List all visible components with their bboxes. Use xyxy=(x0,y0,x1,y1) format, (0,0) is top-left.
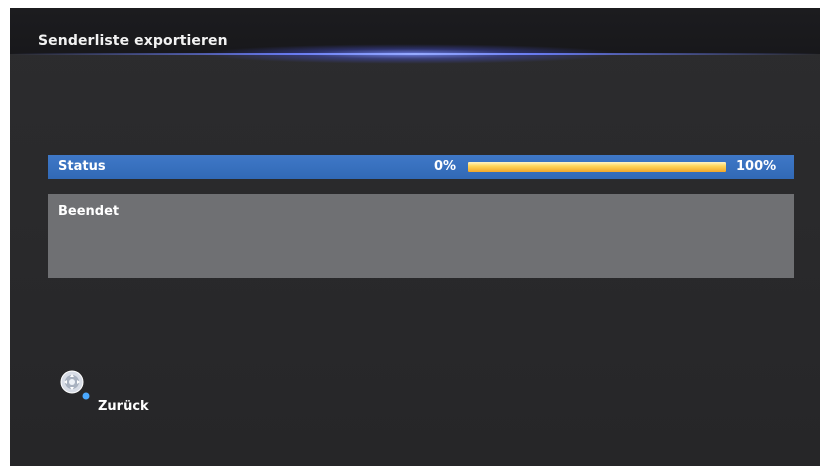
page-title: Senderliste exportieren xyxy=(38,33,228,49)
status-message: Beendet xyxy=(58,204,120,219)
tv-menu-screen: Senderliste exportieren Status 0% 100% B… xyxy=(10,8,820,466)
status-message-box: Beendet xyxy=(48,194,794,278)
header-divider xyxy=(10,53,820,55)
status-label: Status xyxy=(58,159,106,174)
progress-start-label: 0% xyxy=(434,159,457,174)
back-label[interactable]: Zurück xyxy=(98,399,149,414)
progress-fill xyxy=(468,162,726,172)
header-bar: Senderliste exportieren xyxy=(10,8,820,64)
progress-bar xyxy=(468,162,726,172)
remote-navigation-icon[interactable] xyxy=(60,370,90,400)
progress-end-label: 100% xyxy=(736,159,777,174)
status-row[interactable]: Status 0% 100% xyxy=(48,155,794,179)
